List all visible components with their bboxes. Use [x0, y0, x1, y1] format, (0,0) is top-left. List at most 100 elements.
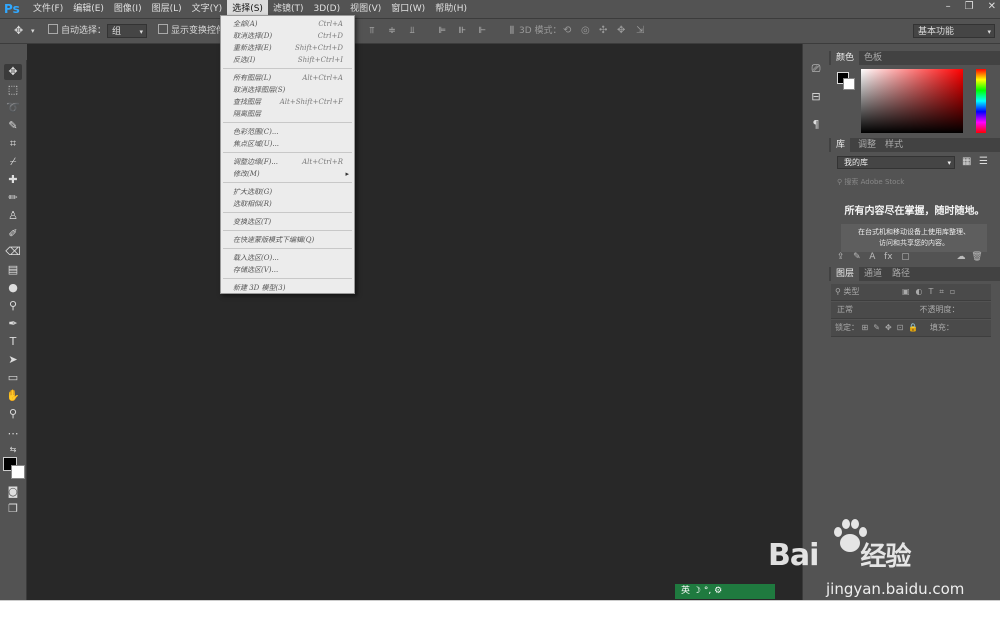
clone-stamp-tool-icon[interactable]: ♙	[4, 208, 22, 224]
tab-color[interactable]: 颜色	[831, 51, 860, 65]
list-view-icon[interactable]: ☰	[979, 156, 988, 167]
tab-library[interactable]: 库	[831, 138, 851, 152]
marquee-tool-icon[interactable]: ⬚	[4, 82, 22, 98]
gradient-tool-icon[interactable]: ▤	[4, 262, 22, 278]
zoom-tool-icon[interactable]: ⚲	[4, 406, 22, 422]
tab-layers[interactable]: 图层	[831, 267, 860, 281]
blend-mode-dropdown[interactable]: 正常	[837, 305, 853, 314]
type-tool-icon[interactable]: T	[4, 334, 22, 350]
3d-slide-icon[interactable]: ✥	[617, 19, 625, 43]
select-menu-item[interactable]: 修改(M) ▸	[233, 168, 353, 180]
dodge-tool-icon[interactable]: ⚲	[4, 298, 22, 314]
healing-brush-tool-icon[interactable]: ✚	[4, 172, 22, 188]
align-hcenter-icon[interactable]: ⊪	[456, 26, 468, 36]
hue-slider[interactable]	[976, 69, 986, 133]
library-search-input[interactable]: ⚲ 搜索 Adobe Stock	[837, 176, 987, 188]
3d-roll-icon[interactable]: ◎	[581, 19, 590, 43]
background-color[interactable]	[11, 465, 25, 479]
show-transform-checkbox[interactable]: 显示变换控件	[158, 19, 225, 43]
align-left-icon[interactable]: ⊫	[436, 26, 448, 36]
select-menu-item[interactable]: 扩大选取(G)	[233, 186, 353, 198]
select-menu-item[interactable]: 所有图层(L) Alt+Ctrl+A	[233, 72, 353, 84]
blur-tool-icon[interactable]: ●	[4, 280, 22, 296]
select-menu-item[interactable]: 选取相似(R)	[233, 198, 353, 210]
color-swatches[interactable]	[3, 457, 25, 479]
brush-tool-icon[interactable]: ✏	[4, 190, 22, 206]
align-vcenter-icon[interactable]: ≑	[386, 26, 398, 36]
menu-item-2[interactable]: 图像(I)	[109, 0, 147, 18]
select-menu-item[interactable]: 取消选择图层(S)	[233, 84, 353, 96]
show-transform-check-icon[interactable]	[158, 24, 168, 34]
menu-item-0[interactable]: 文件(F)	[28, 0, 68, 18]
menu-item-10[interactable]: 帮助(H)	[430, 0, 472, 18]
move-tool-icon[interactable]: ✥	[14, 19, 23, 43]
rectangle-tool-icon[interactable]: ▭	[4, 370, 22, 386]
swap-colors-icon[interactable]: ⇆	[4, 442, 22, 458]
select-menu-item[interactable]: 反选(I) Shift+Ctrl+I	[233, 54, 353, 66]
distribute-icon[interactable]: ⫼	[506, 26, 518, 36]
select-menu-item[interactable]: 取消选择(D) Ctrl+D	[233, 30, 353, 42]
ime-status-bar[interactable]: 英 ☽ °, ⚙	[675, 584, 775, 599]
align-top-icon[interactable]: ⫪	[366, 26, 378, 36]
auto-select-dropdown[interactable]: 组 ▾	[107, 24, 147, 38]
document-canvas-area[interactable]	[27, 44, 802, 600]
history-brush-tool-icon[interactable]: ✐	[4, 226, 22, 242]
pen-tool-icon[interactable]: ✒	[4, 316, 22, 332]
auto-select-check-icon[interactable]	[48, 24, 58, 34]
menu-item-9[interactable]: 窗口(W)	[386, 0, 430, 18]
screen-mode-icon[interactable]: ❐	[4, 501, 22, 517]
add-color-icon[interactable]: ▢	[901, 252, 910, 262]
history-panel-icon[interactable]: ⎚	[809, 62, 823, 76]
auto-select-checkbox[interactable]: 自动选择：	[48, 19, 106, 43]
close-icon[interactable]: ✕	[988, 0, 996, 14]
more-tools-icon[interactable]: ⋯	[4, 426, 22, 442]
add-text-icon[interactable]: A	[869, 252, 875, 262]
move-tool-icon[interactable]: ✥	[4, 64, 22, 80]
tab-channels[interactable]: 通道	[859, 267, 887, 281]
menu-item-3[interactable]: 图层(L)	[147, 0, 187, 18]
3d-scale-icon[interactable]: ⇲	[636, 19, 644, 43]
tab-paths[interactable]: 路径	[887, 267, 915, 281]
quick-mask-icon[interactable]: ◙	[4, 484, 22, 500]
select-menu-item[interactable]: 焦点区域(U)...	[233, 138, 353, 150]
hand-tool-icon[interactable]: ✋	[4, 388, 22, 404]
crop-tool-icon[interactable]: ⌗	[4, 136, 22, 152]
layer-filter-icons[interactable]: ▣◐T⌗▫	[902, 287, 961, 296]
upload-icon[interactable]: ⇪	[837, 252, 845, 262]
tab-swatches[interactable]: 色板	[859, 51, 887, 65]
grid-view-icon[interactable]: ▦	[962, 156, 971, 167]
menu-item-1[interactable]: 编辑(E)	[68, 0, 109, 18]
select-menu-item[interactable]: 在快速蒙版模式下编辑(Q)	[233, 234, 353, 246]
select-menu-item[interactable]: 全部(A) Ctrl+A	[233, 18, 353, 30]
add-fx-icon[interactable]: fx	[884, 252, 893, 262]
layer-filter-dropdown[interactable]: 类型	[843, 287, 859, 296]
lock-icons[interactable]: ⊞✎✥⊡🔒	[862, 323, 924, 332]
character-panel-icon[interactable]: ¶	[809, 118, 823, 132]
lasso-tool-icon[interactable]: ➰	[4, 100, 22, 116]
tab-styles[interactable]: 样式	[880, 138, 908, 152]
select-menu-item[interactable]: 重新选择(E) Shift+Ctrl+D	[233, 42, 353, 54]
add-graphic-icon[interactable]: ✎	[853, 252, 861, 262]
align-right-icon[interactable]: ⊩	[476, 26, 488, 36]
tool-preset-chevron-icon[interactable]: ▾	[31, 19, 35, 43]
3d-pan-icon[interactable]: ✣	[599, 19, 607, 43]
restore-icon[interactable]: ❐	[965, 0, 974, 14]
tab-adjustments[interactable]: 调整	[853, 138, 881, 152]
panel-background-color[interactable]	[843, 78, 855, 90]
workspace-dropdown[interactable]: 基本功能 ▾	[913, 24, 995, 38]
color-picker-field[interactable]	[861, 69, 963, 133]
select-menu-item[interactable]: 载入选区(O)...	[233, 252, 353, 264]
select-menu-item[interactable]: 调整边缘(F)... Alt+Ctrl+R	[233, 156, 353, 168]
trash-icon[interactable]: 🗑	[971, 252, 982, 262]
select-menu-item[interactable]: 查找图层 Alt+Shift+Ctrl+F	[233, 96, 353, 108]
quick-select-tool-icon[interactable]: ✎	[4, 118, 22, 134]
select-menu-item[interactable]: 新建 3D 模型(3)	[233, 282, 353, 294]
minimize-icon[interactable]: –	[946, 0, 951, 14]
properties-panel-icon[interactable]: ⊟	[809, 90, 823, 104]
3d-orbit-icon[interactable]: ⟲	[563, 19, 571, 43]
library-dropdown[interactable]: 我的库 ▾	[837, 156, 955, 169]
eyedropper-tool-icon[interactable]: ⌿	[4, 154, 22, 170]
select-menu-item[interactable]: 色彩范围(C)...	[233, 126, 353, 138]
select-menu-item[interactable]: 变换选区(T)	[233, 216, 353, 228]
select-menu-item[interactable]: 隔离图层	[233, 108, 353, 120]
